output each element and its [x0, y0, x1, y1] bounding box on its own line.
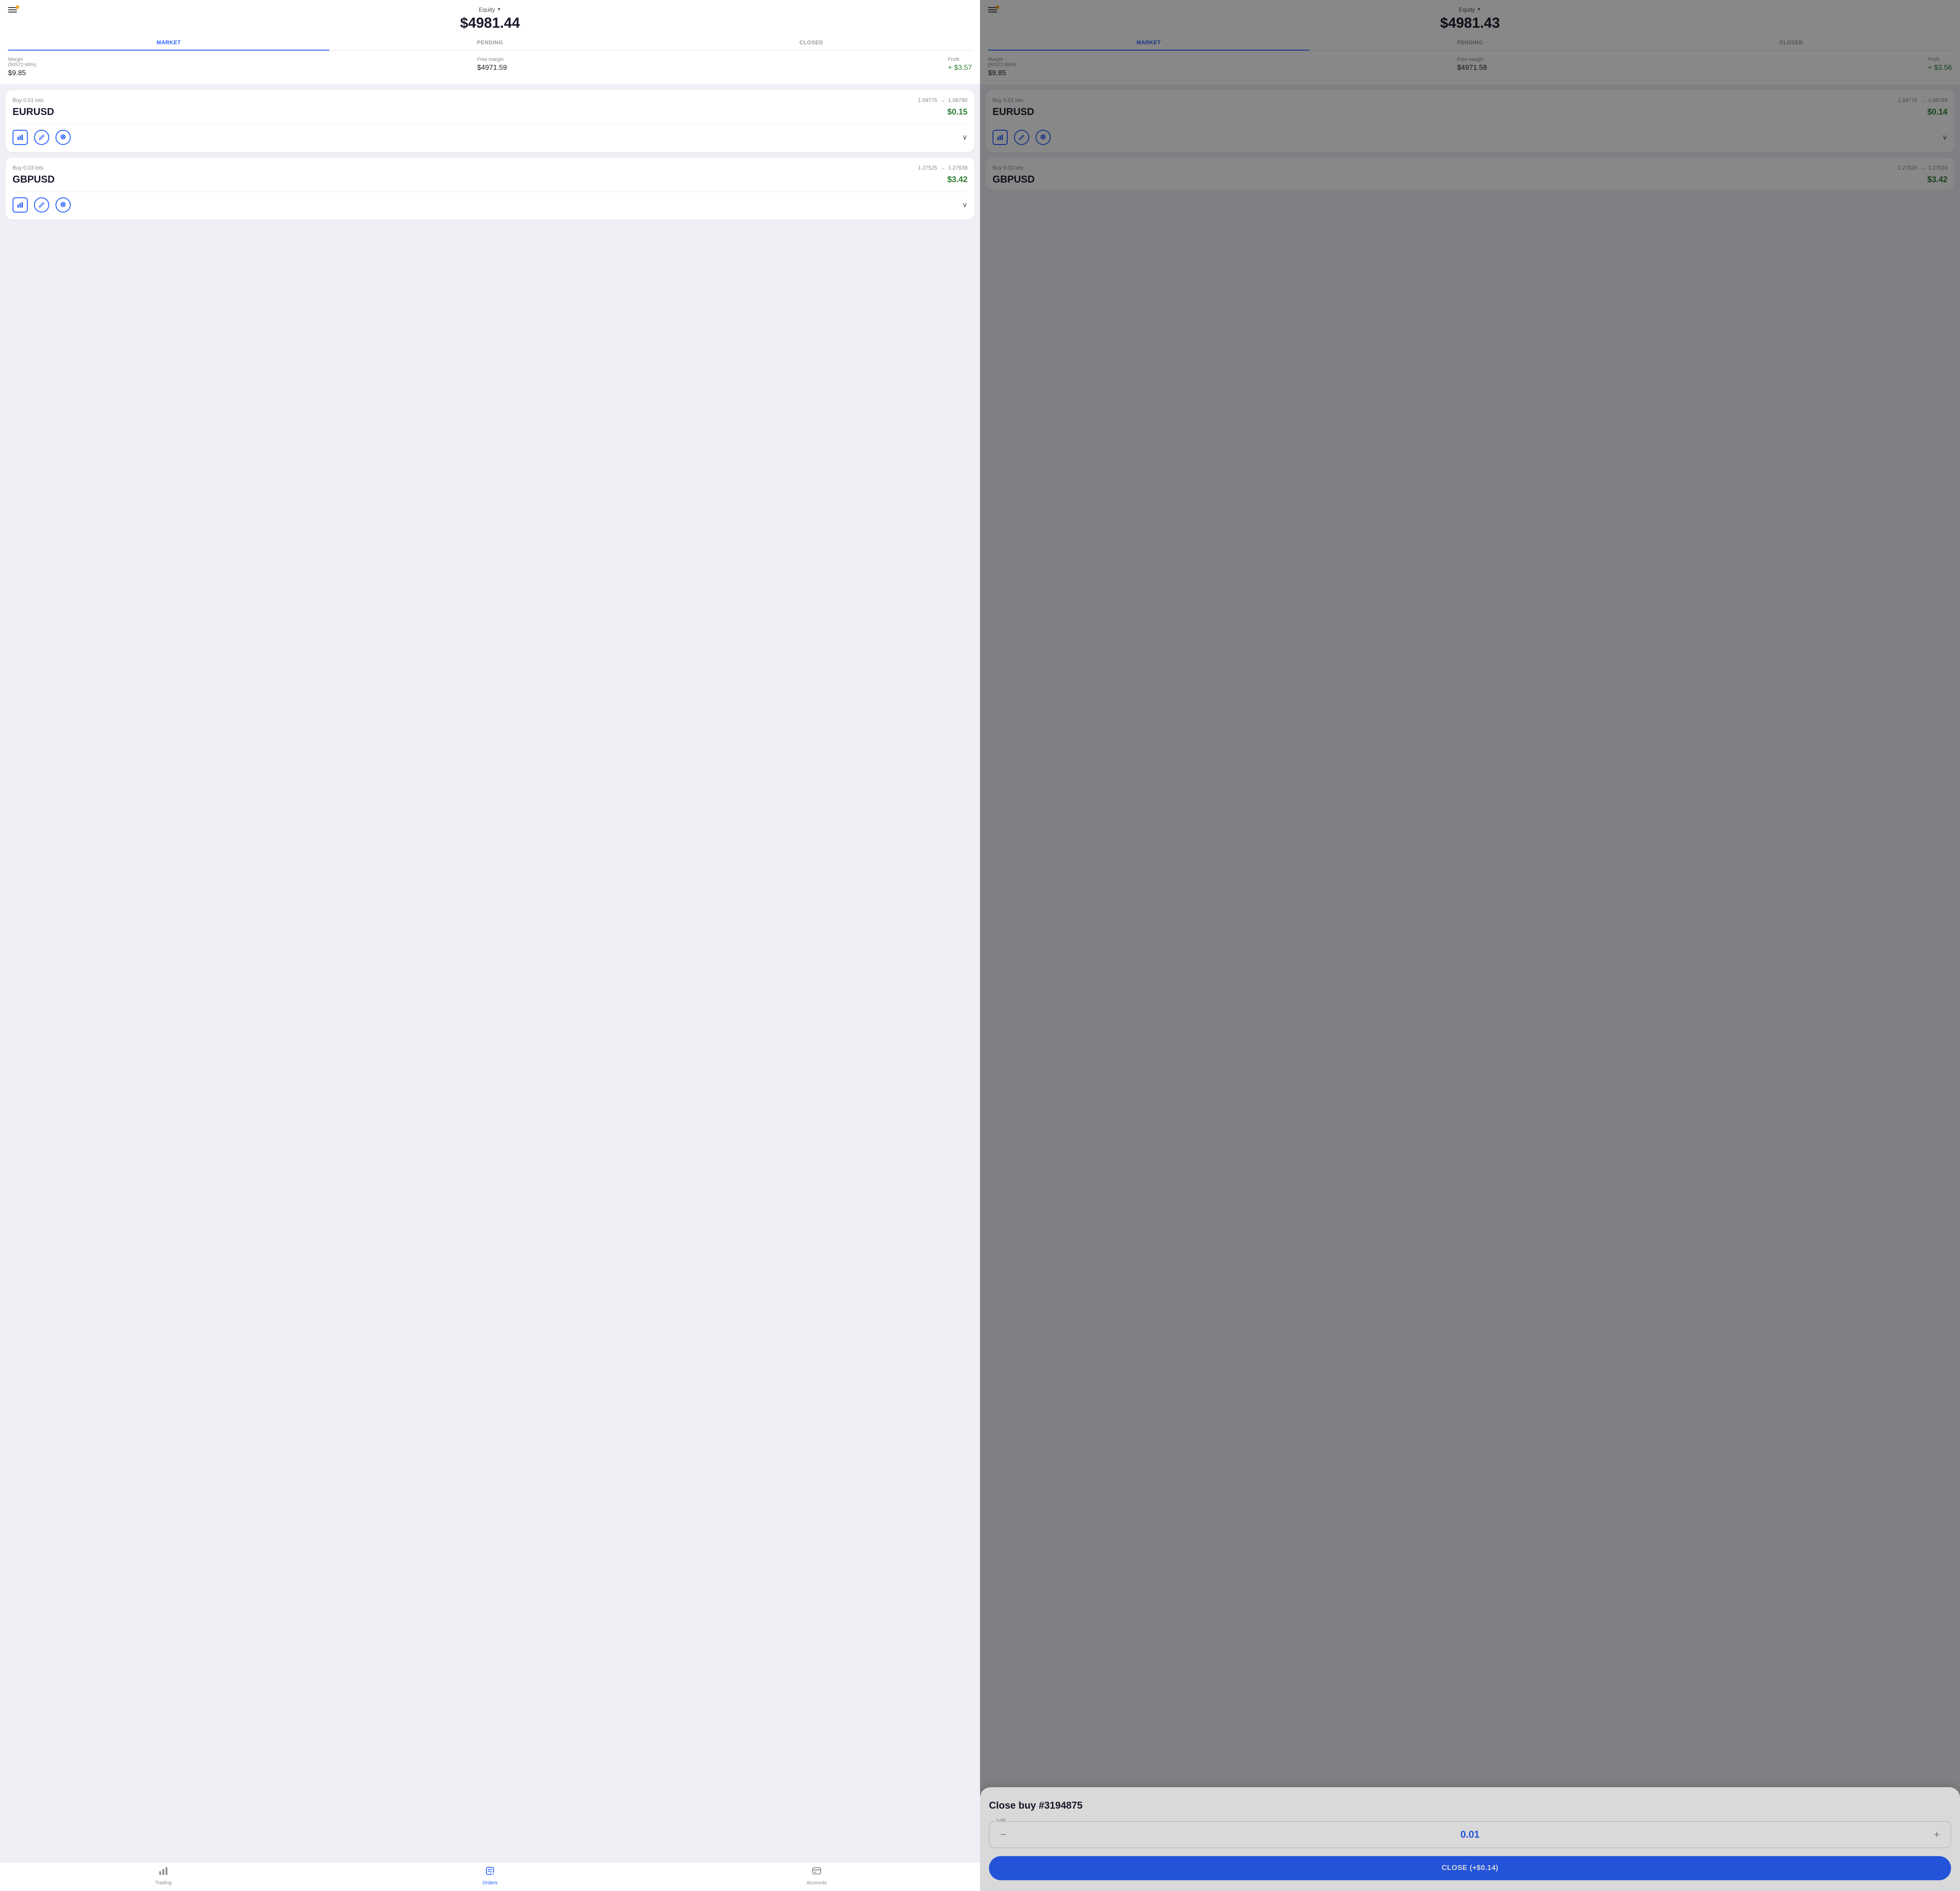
tab-market-left[interactable]: MARKET: [8, 35, 329, 50]
trades-list-left: Buy 0.01 lots 1.09775 → 1.09790 EURUSD $…: [0, 85, 980, 1862]
tab-closed-left[interactable]: CLOSED: [651, 35, 972, 50]
orders-icon-left: [485, 1866, 495, 1878]
accounts-label-left: Accounts: [806, 1880, 827, 1886]
trade-prices-left-2: 1.27525 → 1.27639: [918, 165, 967, 171]
edit-button-left-1[interactable]: [34, 130, 49, 145]
arrow-icon-left-2: →: [940, 165, 946, 171]
trading-icon-left: [158, 1866, 168, 1878]
trade-symbol-left-2: GBPUSD: [13, 174, 55, 185]
trade-profit-left-2: $3.42: [947, 175, 967, 184]
trade-type-left-1: Buy 0.01 lots: [13, 97, 43, 103]
lots-label: Lots: [995, 1818, 1008, 1823]
trade-profit-left-1: $0.15: [947, 107, 967, 117]
lots-minus-button[interactable]: −: [997, 1829, 1010, 1840]
trade-card-eurusd-left: Buy 0.01 lots 1.09775 → 1.09790 EURUSD $…: [5, 90, 975, 152]
equity-dropdown-icon: ▼: [497, 7, 501, 12]
close-trade-modal: Close buy #3194875 Lots − 0.01 + CLOSE (…: [980, 1787, 1960, 1891]
equity-value-left: $4981.44: [460, 15, 520, 31]
trading-label-left: Trading: [155, 1880, 172, 1886]
expand-button-left-2[interactable]: ∨: [962, 200, 967, 209]
profit-stat-left: Profit + $3.57: [948, 57, 972, 72]
accounts-icon-left: [812, 1866, 822, 1878]
trade-card-gbpusd-left: Buy 0.03 lots 1.27525 → 1.27639 GBPUSD $…: [5, 158, 975, 220]
left-header: Equity ▼ $4981.44 MARKET PENDING CLOSED: [0, 0, 980, 51]
right-panel: Equity ▼ $4981.43 MARKET PENDING CLOSED …: [980, 0, 1960, 1891]
lots-plus-button[interactable]: +: [1930, 1829, 1943, 1840]
nav-orders-left[interactable]: Orders: [327, 1866, 653, 1886]
lots-input-wrapper: Lots − 0.01 +: [989, 1821, 1951, 1848]
trade-symbol-left-1: EURUSD: [13, 106, 54, 118]
menu-icon[interactable]: [8, 7, 17, 13]
edit-button-left-2[interactable]: [34, 197, 49, 213]
chart-button-left-2[interactable]: [13, 197, 28, 213]
expand-button-left-1[interactable]: ∨: [962, 133, 967, 142]
orders-label-left: Orders: [482, 1880, 498, 1886]
equity-label-left[interactable]: Equity ▼: [479, 6, 501, 13]
trade-prices-left-1: 1.09775 → 1.09790: [918, 97, 967, 103]
tab-pending-left[interactable]: PENDING: [329, 35, 651, 50]
close-button-left-1[interactable]: ⊗: [55, 130, 71, 145]
trade-actions-left-1: ⊗ ∨: [13, 130, 967, 145]
bottom-nav-left: Trading Orders A: [0, 1862, 980, 1891]
chart-button-left-1[interactable]: [13, 130, 28, 145]
trade-type-left-2: Buy 0.03 lots: [13, 165, 43, 171]
free-margin-value-left: $4971.59: [477, 64, 507, 72]
stats-bar-left: Margin (50572.99%) $9.85 Free margin $49…: [0, 51, 980, 84]
nav-accounts-left[interactable]: Accounts: [653, 1866, 980, 1886]
confirm-close-button[interactable]: CLOSE (+$0.14): [989, 1856, 1951, 1880]
modal-overlay: Close buy #3194875 Lots − 0.01 + CLOSE (…: [980, 0, 1960, 1891]
nav-trading-left[interactable]: Trading: [0, 1866, 327, 1886]
margin-value-left: $9.85: [8, 69, 36, 77]
left-panel: Equity ▼ $4981.44 MARKET PENDING CLOSED …: [0, 0, 980, 1891]
tabs-left: MARKET PENDING CLOSED: [8, 35, 972, 51]
trade-actions-left-2: ⊗ ∨: [13, 197, 967, 213]
modal-title: Close buy #3194875: [989, 1800, 1951, 1811]
free-margin-stat-left: Free margin $4971.59: [477, 57, 507, 72]
margin-stat-left: Margin (50572.99%) $9.85: [8, 57, 36, 77]
arrow-icon-left-1: →: [940, 97, 946, 103]
profit-value-left: + $3.57: [948, 64, 972, 72]
close-button-left-2[interactable]: ⊗: [55, 197, 71, 213]
lots-value: 0.01: [1010, 1829, 1930, 1840]
